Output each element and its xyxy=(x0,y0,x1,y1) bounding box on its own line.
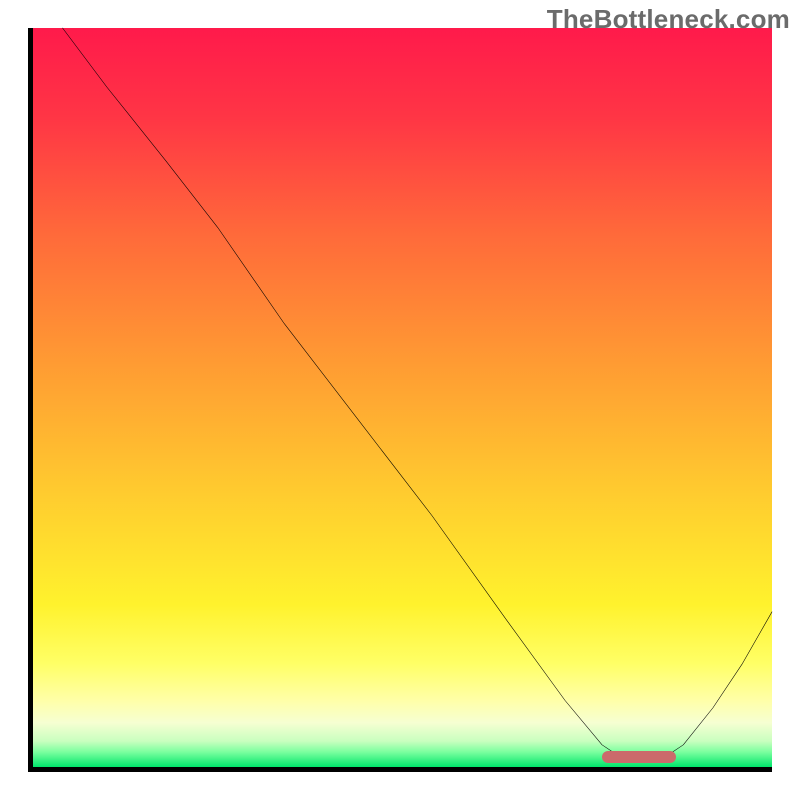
chart-container: TheBottleneck.com xyxy=(0,0,800,800)
optimal-range-marker xyxy=(602,751,676,763)
plot-area xyxy=(28,28,772,772)
bottleneck-curve xyxy=(33,28,772,767)
watermark-text: TheBottleneck.com xyxy=(547,4,790,35)
plot-inner xyxy=(33,28,772,767)
